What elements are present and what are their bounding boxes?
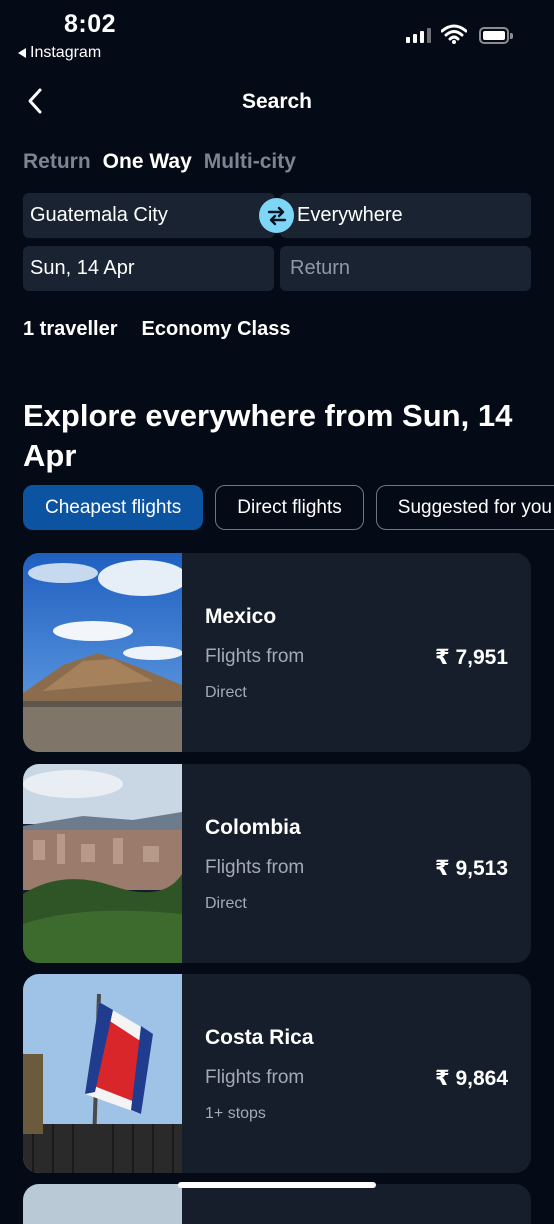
destination-card-partial[interactable] <box>23 1184 531 1224</box>
country-name: Costa Rica <box>205 1026 314 1049</box>
swap-button[interactable] <box>259 198 294 233</box>
status-time: 8:02 <box>64 10 117 38</box>
destination-card-colombia[interactable]: Colombia Flights from ₹ 9,513 Direct <box>23 764 531 963</box>
flights-from-label: Flights from <box>205 646 305 667</box>
chip-suggested[interactable]: Suggested for you <box>375 485 554 530</box>
destination-image-partial <box>23 1184 182 1224</box>
depart-date-value: Sun, 14 Apr <box>30 257 135 279</box>
origin-value: Guatemala City <box>30 204 168 226</box>
destination-field[interactable]: Everywhere <box>280 193 531 238</box>
battery-icon <box>479 27 513 44</box>
destination-value: Everywhere <box>297 204 403 226</box>
price: ₹ 7,951 <box>435 646 508 669</box>
stops-label: Direct <box>205 684 247 701</box>
origin-field[interactable]: Guatemala City <box>23 193 275 238</box>
tab-multi-city[interactable]: Multi-city <box>204 150 296 174</box>
stops-label: 1+ stops <box>205 1105 266 1122</box>
chip-cheapest-flights[interactable]: Cheapest flights <box>23 485 204 530</box>
price: ₹ 9,864 <box>435 1067 508 1090</box>
travellers-count: 1 traveller <box>23 318 118 340</box>
home-indicator <box>178 1182 376 1188</box>
tab-return[interactable]: Return <box>23 150 91 174</box>
page-title: Search <box>241 90 313 113</box>
back-app-label: Instagram <box>30 44 102 61</box>
trip-type-tabs: Return One Way Multi-city <box>23 150 296 174</box>
flights-from-label: Flights from <box>205 1067 305 1088</box>
swap-arrows-icon <box>267 206 286 225</box>
wifi-icon <box>440 24 468 49</box>
tab-one-way[interactable]: One Way <box>103 150 192 174</box>
cellular-signal-icon <box>406 28 431 43</box>
destination-card-mexico[interactable]: Mexico Flights from ₹ 7,951 Direct <box>23 553 531 752</box>
chip-direct-flights[interactable]: Direct flights <box>215 485 364 530</box>
explore-heading: Explore everywhere from Sun, 14 Apr <box>23 398 513 473</box>
filter-chips: Cheapest flights Direct flights Suggeste… <box>23 485 554 530</box>
costa-rica-flag-image <box>23 974 182 1173</box>
price: ₹ 9,513 <box>435 857 508 880</box>
back-to-app-link[interactable]: Instagram <box>18 44 101 62</box>
chevron-left-icon <box>28 88 42 114</box>
back-triangle-icon <box>18 48 26 58</box>
flights-from-label: Flights from <box>205 857 305 878</box>
colombia-city-image <box>23 764 182 963</box>
travellers-cabin-selector[interactable]: 1 traveller Economy Class <box>23 318 290 341</box>
stops-label: Direct <box>205 895 247 912</box>
return-placeholder: Return <box>290 257 351 279</box>
destination-card-costa-rica[interactable]: Costa Rica Flights from ₹ 9,864 1+ stops <box>23 974 531 1173</box>
return-date-field[interactable]: Return <box>280 246 531 291</box>
mexico-pyramid-image <box>23 553 182 752</box>
depart-date-field[interactable]: Sun, 14 Apr <box>23 246 274 291</box>
country-name: Colombia <box>205 816 301 839</box>
country-name: Mexico <box>205 605 277 628</box>
back-button[interactable] <box>22 86 52 116</box>
cabin-class: Economy Class <box>141 318 291 340</box>
